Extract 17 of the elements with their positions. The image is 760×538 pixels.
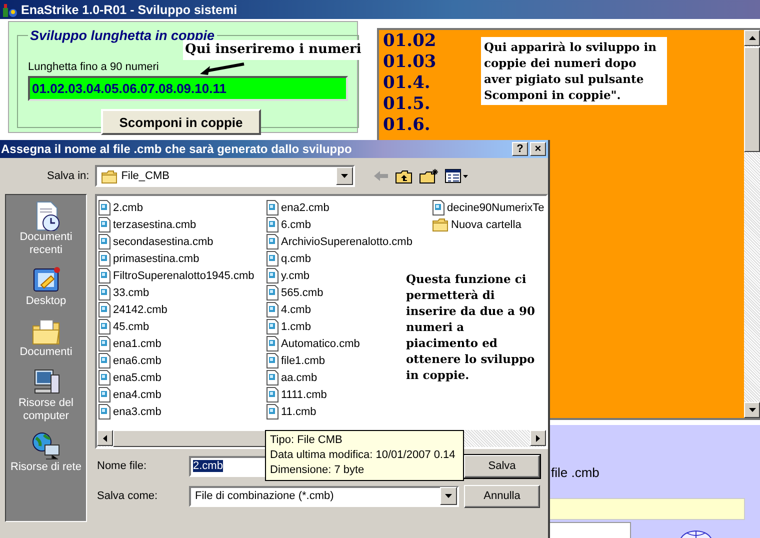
annotation-text: Qui inseriremo i numeri (183, 40, 364, 60)
list-item: 01.6. (383, 115, 430, 136)
panel-label: file .cmb (551, 465, 600, 480)
list-item: 01.02 (383, 31, 436, 52)
dialog-title: Assegna il nome al file .cmb che sarà generato dallo sviluppo (1, 142, 353, 156)
tooltip-text: Tipo: File CMB (270, 433, 342, 448)
annotation-text: Qui apparirà lo sviluppo in coppie dei numeri dopo aver pigiato sul pulsante Scomponi in coppie". (481, 37, 667, 105)
list-item: 01.03 (383, 52, 436, 73)
list-item: 01.4. (383, 73, 430, 94)
field-label: Lunghetta fino a 90 numeri (28, 61, 159, 73)
field-label: Salva come: (96, 490, 159, 502)
field-label: Nome file: (96, 460, 148, 472)
field-label: Salva in: (47, 170, 90, 182)
tooltip-text: Dimensione: 7 byte (270, 463, 364, 478)
window-title: EnaStrike 1.0-R01 - Sviluppo sistemi (21, 2, 238, 16)
tooltip-text: Data ultima modifica: 10/01/2007 0.14 (270, 448, 456, 463)
list-item: 01.5. (383, 94, 430, 115)
